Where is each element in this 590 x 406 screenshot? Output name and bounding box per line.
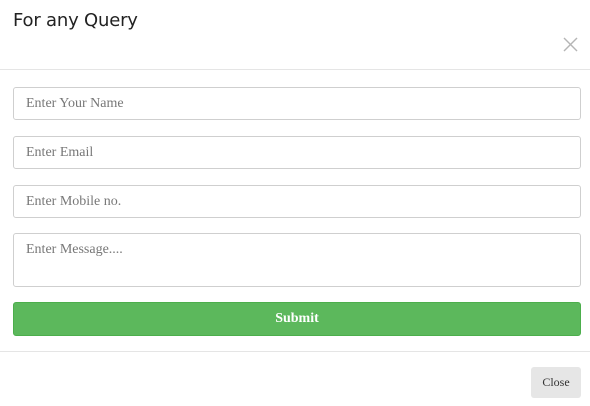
- name-input[interactable]: [13, 87, 581, 120]
- email-input[interactable]: [13, 136, 581, 169]
- modal-title: For any Query: [13, 10, 138, 31]
- mobile-input[interactable]: [13, 185, 581, 218]
- modal-footer: Close: [0, 351, 590, 406]
- submit-button[interactable]: Submit: [13, 302, 581, 336]
- query-form: Submit: [0, 71, 590, 351]
- query-modal: For any Query Submit Close: [0, 0, 590, 406]
- close-button[interactable]: Close: [531, 367, 581, 398]
- modal-header: For any Query: [0, 0, 590, 70]
- message-textarea[interactable]: [13, 233, 581, 287]
- close-icon[interactable]: [562, 36, 579, 53]
